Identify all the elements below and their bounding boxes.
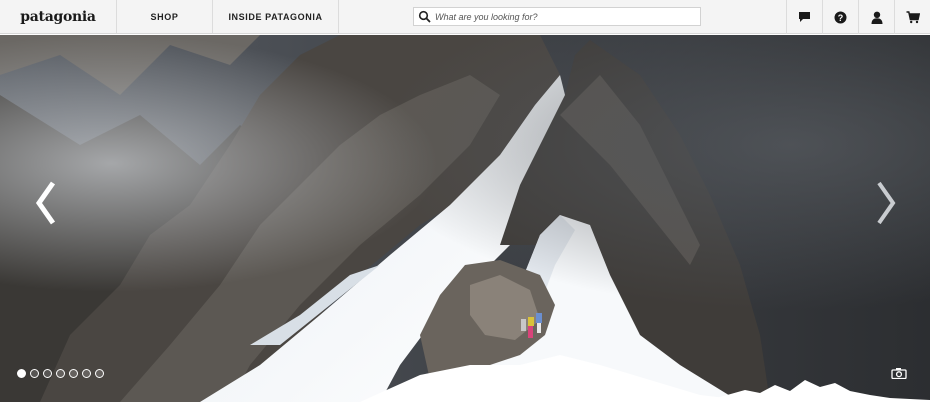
svg-text:?: ? [838,13,844,23]
nav-inside-patagonia[interactable]: INSIDE PATAGONIA [213,0,339,33]
search-input[interactable] [432,8,700,25]
carousel-dot[interactable] [95,369,104,378]
cart-button[interactable] [894,0,930,34]
carousel-dot[interactable] [56,369,65,378]
cart-icon [906,10,920,23]
chat-button[interactable] [786,0,822,34]
patagonia-logo[interactable]: patagonia [0,0,117,33]
chevron-left-icon [35,181,56,225]
header-icon-group: ? [786,0,930,34]
chevron-right-icon [877,181,896,225]
nav-shop[interactable]: SHOP [117,0,213,33]
account-button[interactable] [858,0,894,34]
carousel-dot[interactable] [82,369,91,378]
page-bottom-strip [0,402,930,413]
help-icon: ? [834,11,847,23]
hero-carousel [0,35,930,402]
carousel-dot[interactable] [43,369,52,378]
search-bar[interactable] [413,7,701,26]
carousel-pagination [17,369,104,378]
search-icon [418,10,431,23]
carousel-dot[interactable] [30,369,39,378]
chat-icon [799,12,810,22]
carousel-dot[interactable] [69,369,78,378]
help-button[interactable]: ? [822,0,858,34]
carousel-dot[interactable] [17,369,26,378]
carousel-next-button[interactable] [872,180,900,226]
account-icon [871,11,882,24]
site-header: patagonia SHOP INSIDE PATAGONIA ? [0,0,930,34]
hero-image [0,35,930,402]
carousel-prev-button[interactable] [32,180,60,226]
camera-icon[interactable] [891,367,907,379]
